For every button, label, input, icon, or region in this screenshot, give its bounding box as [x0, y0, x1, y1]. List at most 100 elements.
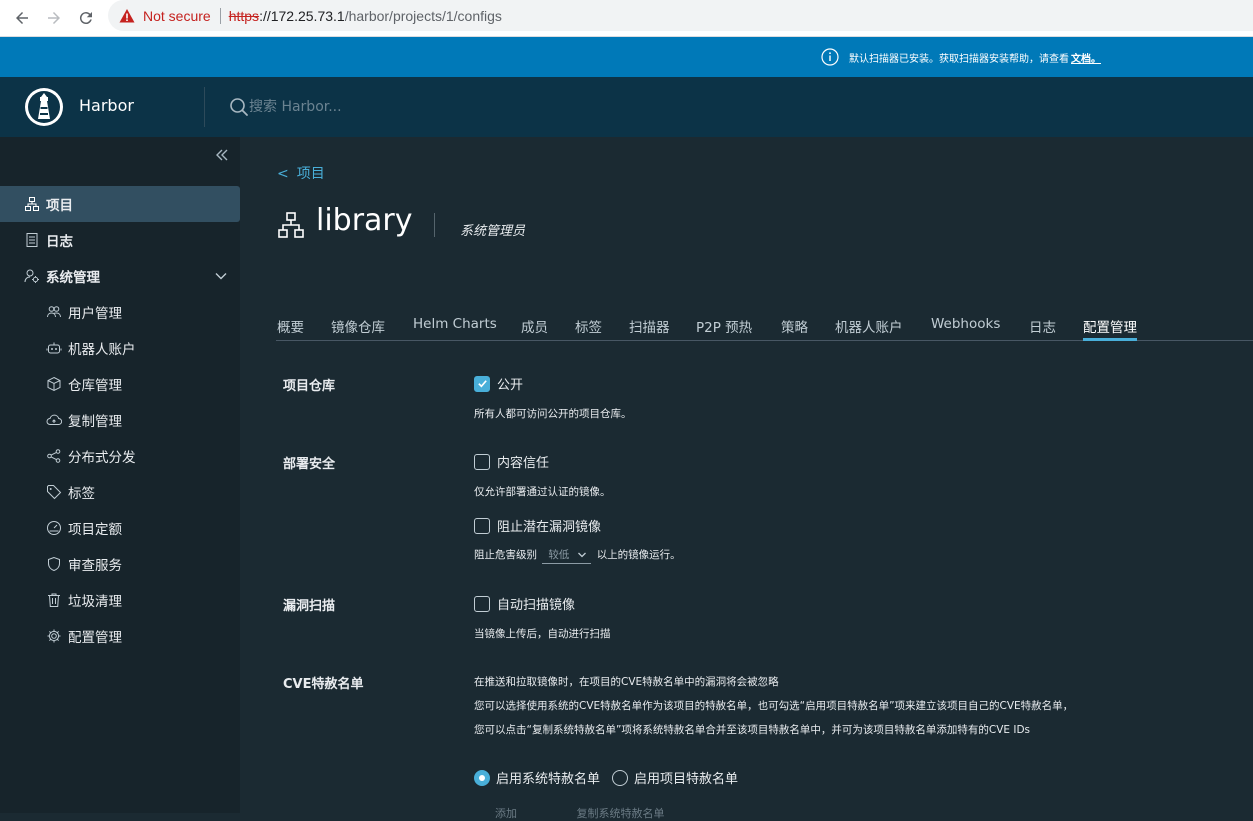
sidebar-item-label: 日志 — [46, 234, 73, 250]
back-chevron-icon: < — [277, 166, 289, 182]
severity-select[interactable]: 较低 — [542, 547, 592, 564]
chevron-down-icon — [578, 552, 587, 557]
tab-logs[interactable]: 日志 — [1029, 316, 1056, 340]
system-allowlist-radio[interactable] — [474, 769, 490, 786]
back-to-projects-link[interactable]: < 项目 — [277, 163, 325, 183]
checkbox-unchecked[interactable] — [474, 595, 490, 612]
tab-configuration[interactable]: 配置管理 — [1083, 316, 1137, 341]
back-link-label: 项目 — [296, 166, 325, 182]
robot-icon — [46, 342, 62, 354]
sidebar-item-label: 分布式分发 — [68, 450, 136, 466]
checkbox-unchecked[interactable] — [474, 517, 490, 534]
reload-icon[interactable] — [74, 6, 98, 30]
sidebar-item-distributions[interactable]: 分布式分发 — [0, 438, 240, 474]
section-vulnerability-scan: 漏洞扫描 — [283, 599, 336, 614]
system-allowlist-label[interactable]: 启用系统特赦名单 — [496, 768, 600, 787]
content-trust-checkbox[interactable]: 内容信任 — [474, 452, 549, 471]
tab-p2p-preheat[interactable]: P2P 预热 — [696, 316, 752, 340]
sidebar-item-gc[interactable]: 垃圾清理 — [0, 582, 240, 618]
url-text: https://172.25.73.1/harbor/projects/1/co… — [229, 8, 502, 24]
severity-row: 阻止危害级别 较低 以上的镜像运行。 — [474, 547, 681, 564]
allowlist-radio-group: 启用系统特赦名单 启用项目特赦名单 — [474, 768, 750, 787]
url-path: /harbor/projects/1/configs — [344, 7, 502, 24]
page-title: library — [316, 203, 413, 238]
prevent-vulnerable-checkbox[interactable]: 阻止潜在漏洞镜像 — [474, 516, 601, 535]
cloud-replication-icon — [46, 414, 62, 426]
harbor-logo[interactable] — [24, 87, 64, 127]
copy-system-allowlist-button[interactable]: 复制系统特赦名单 — [577, 807, 665, 820]
collapse-sidebar-icon[interactable] — [213, 146, 231, 164]
checkbox-unchecked[interactable] — [474, 453, 490, 470]
public-help: 所有人都可访问公开的项目仓库。 — [474, 408, 632, 420]
sidebar-item-interrogation[interactable]: 审查服务 — [0, 546, 240, 582]
sidebar-item-admin[interactable]: 系统管理 — [0, 258, 240, 294]
tab-helm-charts[interactable]: Helm Charts — [413, 316, 497, 340]
trash-icon — [48, 593, 60, 607]
back-arrow-icon[interactable] — [10, 6, 34, 30]
sidebar-item-label: 用户管理 — [68, 306, 122, 322]
tab-summary[interactable]: 概要 — [277, 316, 304, 340]
tab-labels[interactable]: 标签 — [575, 316, 602, 340]
project-allowlist-radio[interactable] — [612, 769, 629, 786]
auto-scan-help: 当镜像上传后，自动进行扫描 — [474, 628, 611, 640]
project-allowlist-label[interactable]: 启用项目特赦名单 — [634, 768, 738, 787]
tab-robot-accounts[interactable]: 机器人账户 — [835, 316, 903, 340]
tab-scanner[interactable]: 扫描器 — [629, 316, 670, 340]
logs-icon — [26, 233, 38, 247]
sidebar-item-label: 系统管理 — [46, 270, 100, 286]
info-banner: 默认扫描器已安装。获取扫描器安装帮助，请查看 文档。 — [0, 37, 1253, 77]
sidebar-item-replications[interactable]: 复制管理 — [0, 402, 240, 438]
projects-icon — [25, 197, 39, 211]
section-deployment-security: 部署安全 — [283, 457, 336, 472]
brand-name: Harbor — [79, 96, 134, 115]
title-divider — [434, 213, 435, 237]
sidebar-item-labels[interactable]: 标签 — [0, 474, 240, 510]
checkbox-checked[interactable] — [474, 375, 490, 392]
content-trust-help: 仅允许部署通过认证的镜像。 — [474, 486, 611, 498]
search-input[interactable] — [249, 95, 549, 119]
sidebar-item-label: 垃圾清理 — [68, 594, 122, 610]
severity-suffix: 以上的镜像运行。 — [596, 549, 681, 561]
public-checkbox[interactable]: 公开 — [474, 374, 523, 393]
sidebar-item-label: 仓库管理 — [68, 378, 122, 394]
sidebar-item-label: 配置管理 — [68, 630, 122, 646]
url-scheme: https — [228, 7, 260, 24]
sidebar-item-logs[interactable]: 日志 — [0, 222, 240, 258]
users-icon — [47, 306, 61, 318]
warning-icon — [119, 8, 135, 22]
sidebar-item-projects[interactable]: 项目 — [0, 186, 240, 222]
banner-message: 默认扫描器已安装。获取扫描器安装帮助，请查看 — [849, 53, 1069, 65]
sidebar: 项目 日志 系统管理 用户管理 机器人账户 仓库管理 复制管理 分布式分发 标签… — [0, 137, 240, 813]
auto-scan-checkbox[interactable]: 自动扫描镜像 — [474, 594, 575, 613]
tab-members[interactable]: 成员 — [521, 316, 548, 340]
chevron-down-icon — [215, 273, 227, 280]
sidebar-item-label: 标签 — [68, 486, 95, 502]
project-icon — [278, 212, 304, 238]
sidebar-item-label: 复制管理 — [68, 414, 122, 430]
dashboard-icon — [47, 521, 61, 535]
add-cve-button[interactable]: 添加 — [495, 807, 517, 820]
cve-help-line-1: 在推送和拉取镜像时，在项目的CVE特赦名单中的漏洞将会被忽略 — [474, 676, 779, 688]
severity-value: 较低 — [548, 549, 570, 561]
share-icon — [47, 449, 61, 463]
tab-webhooks[interactable]: Webhooks — [931, 316, 1000, 340]
sidebar-item-users[interactable]: 用户管理 — [0, 294, 240, 330]
sidebar-item-registries[interactable]: 仓库管理 — [0, 366, 240, 402]
tab-bar: 概要 镜像仓库 Helm Charts 成员 标签 扫描器 P2P 预热 策略 … — [276, 313, 1253, 341]
tag-icon — [47, 485, 62, 500]
sidebar-item-quotas[interactable]: 项目定额 — [0, 510, 240, 546]
tab-repositories[interactable]: 镜像仓库 — [331, 316, 385, 340]
sidebar-item-robot-accounts[interactable]: 机器人账户 — [0, 330, 240, 366]
address-bar[interactable]: Not secure https://172.25.73.1/harbor/pr… — [108, 0, 1253, 31]
gear-icon — [47, 629, 61, 643]
shield-icon — [48, 556, 60, 572]
separator — [219, 7, 221, 24]
prevent-vulnerable-label: 阻止潜在漏洞镜像 — [497, 520, 602, 535]
registry-icon — [47, 376, 61, 392]
section-project-registry: 项目仓库 — [283, 379, 336, 394]
browser-toolbar: Not secure https://172.25.73.1/harbor/pr… — [0, 0, 1253, 37]
forward-arrow-icon[interactable] — [42, 6, 66, 30]
sidebar-item-configuration[interactable]: 配置管理 — [0, 618, 240, 654]
docs-link[interactable]: 文档。 — [1071, 50, 1101, 65]
tab-policy[interactable]: 策略 — [781, 316, 808, 340]
